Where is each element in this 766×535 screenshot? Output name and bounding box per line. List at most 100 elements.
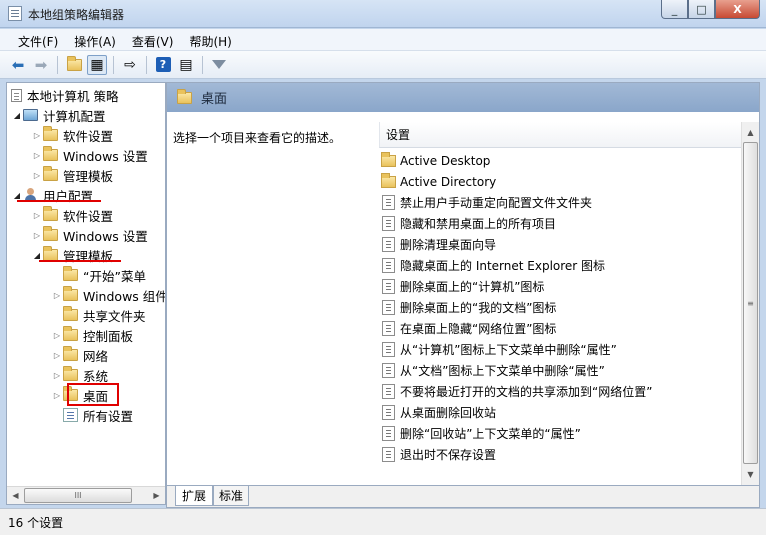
tree-user-windows[interactable]: ▷ Windows 设置 xyxy=(31,225,148,245)
list-item-label: 删除清理桌面向导 xyxy=(400,238,497,252)
back-arrow-icon[interactable]: ⬅ xyxy=(8,55,28,75)
collapsed-arrow-icon[interactable]: ▷ xyxy=(31,231,43,240)
scroll-left-icon[interactable]: ◀ xyxy=(7,487,24,504)
filter-icon[interactable] xyxy=(209,55,229,75)
tab-standard[interactable]: 标准 xyxy=(213,486,249,506)
collapsed-arrow-icon[interactable]: ▷ xyxy=(51,291,63,300)
folder-icon xyxy=(43,226,58,241)
list-item-label: Active Directory xyxy=(400,174,497,189)
scroll-thumb[interactable]: III xyxy=(24,488,132,503)
tab-extended[interactable]: 扩展 xyxy=(175,486,213,506)
tree-root[interactable]: 本地计算机 策略 xyxy=(11,85,118,105)
toolbar-separator xyxy=(113,55,114,74)
list-item-setting[interactable]: 隐藏和禁用桌面上的所有项目 xyxy=(379,213,556,234)
help-icon[interactable]: ? xyxy=(153,55,173,75)
export-list-icon[interactable]: ⇨ xyxy=(120,55,140,75)
show-hide-tree-icon[interactable]: ▦ xyxy=(87,54,107,75)
list-item-setting[interactable]: 删除桌面上的“计算机”图标 xyxy=(379,276,544,297)
window-title: 本地组策略编辑器 xyxy=(28,8,125,22)
collapsed-arrow-icon[interactable]: ▷ xyxy=(31,151,43,160)
tree-horizontal-scrollbar[interactable]: ◀ III ▶ xyxy=(7,486,165,504)
folder-icon xyxy=(63,266,78,281)
list-item-setting[interactable]: 不要将最近打开的文档的共享添加到“网络位置” xyxy=(379,381,652,402)
folder-icon xyxy=(43,166,58,181)
tree-system[interactable]: ▷ 系统 xyxy=(51,365,108,385)
tree-start-menu[interactable]: “开始”菜单 xyxy=(51,265,146,285)
list-item-setting[interactable]: 隐藏桌面上的 Internet Explorer 图标 xyxy=(379,255,605,276)
folder-icon xyxy=(63,366,78,381)
tree-shared-folders[interactable]: 共享文件夹 xyxy=(51,305,146,325)
list-item-setting[interactable]: 从“文档”图标上下文菜单中删除“属性” xyxy=(379,360,605,381)
scroll-down-icon[interactable]: ▼ xyxy=(742,466,759,483)
list-item-label: 删除桌面上的“计算机”图标 xyxy=(400,280,545,294)
settings-list: 设置 Active Desktop Active Directory 禁止用户手动重… xyxy=(379,122,759,485)
list-item-folder[interactable]: Active Desktop xyxy=(379,150,490,171)
tree-item-label: Windows 设置 xyxy=(63,228,148,244)
policy-setting-icon xyxy=(382,405,395,420)
computer-icon xyxy=(23,109,38,121)
menu-bar: 文件(F) 操作(A) 查看(V) 帮助(H) xyxy=(0,29,766,51)
scroll-up-icon[interactable]: ▲ xyxy=(742,124,759,141)
maximize-button[interactable]: □ xyxy=(688,0,715,19)
list-item-folder[interactable]: Active Directory xyxy=(379,171,496,192)
list-item-setting[interactable]: 禁止用户手动重定向配置文件文件夹 xyxy=(379,192,592,213)
list-item-label: 不要将最近打开的文档的共享添加到“网络位置” xyxy=(400,385,653,399)
column-header-setting[interactable]: 设置 xyxy=(379,122,741,148)
list-item-setting[interactable]: 删除“回收站”上下文菜单的“属性” xyxy=(379,423,581,444)
tree-user-admin-templates[interactable]: ◢ 管理模板 xyxy=(31,245,113,265)
tree-computer-software[interactable]: ▷ 软件设置 xyxy=(31,125,113,145)
tree-windows-components[interactable]: ▷ Windows 组件 xyxy=(51,285,165,305)
tree-computer-windows[interactable]: ▷ Windows 设置 xyxy=(31,145,148,165)
minimize-button[interactable]: _ xyxy=(661,0,688,19)
red-underline-admin-templates xyxy=(39,260,121,262)
tree-network[interactable]: ▷ 网络 xyxy=(51,345,108,365)
collapsed-arrow-icon[interactable]: ▷ xyxy=(31,171,43,180)
tree-control-panel[interactable]: ▷ 控制面板 xyxy=(51,325,133,345)
list-item-setting[interactable]: 退出时不保存设置 xyxy=(379,444,496,465)
view-tabs: 扩展 标准 xyxy=(166,486,760,508)
list-item-setting[interactable]: 从“计算机”图标上下文菜单中删除“属性” xyxy=(379,339,617,360)
scroll-thumb[interactable]: ≡ xyxy=(743,142,758,464)
collapsed-arrow-icon[interactable]: ▷ xyxy=(51,391,63,400)
policy-setting-icon xyxy=(382,447,395,462)
expanded-arrow-icon[interactable]: ◢ xyxy=(31,251,43,260)
list-item-setting[interactable]: 删除清理桌面向导 xyxy=(379,234,496,255)
tree-all-settings[interactable]: 所有设置 xyxy=(51,405,133,425)
tree-computer-admin[interactable]: ▷ 管理模板 xyxy=(31,165,113,185)
close-button[interactable]: X xyxy=(715,0,760,19)
up-folder-icon[interactable] xyxy=(64,55,84,75)
forward-arrow-icon[interactable]: ➡ xyxy=(31,55,51,75)
collapsed-arrow-icon[interactable]: ▷ xyxy=(31,211,43,220)
list-vertical-scrollbar[interactable]: ▲ ≡ ▼ xyxy=(741,122,759,485)
list-item-setting[interactable]: 在桌面上隐藏“网络位置”图标 xyxy=(379,318,556,339)
policy-setting-icon xyxy=(382,342,395,357)
menu-help[interactable]: 帮助(H) xyxy=(181,29,239,50)
status-bar: 16 个设置 xyxy=(0,508,766,535)
collapsed-arrow-icon[interactable]: ▷ xyxy=(51,371,63,380)
tree-computer-config[interactable]: ◢ 计算机配置 xyxy=(11,105,106,125)
tree-computer-config-label: 计算机配置 xyxy=(43,108,106,124)
expanded-arrow-icon[interactable]: ◢ xyxy=(11,191,23,200)
tree-user-software[interactable]: ▷ 软件设置 xyxy=(31,205,113,225)
collapsed-arrow-icon[interactable]: ▷ xyxy=(51,351,63,360)
tree-item-label: “开始”菜单 xyxy=(83,268,146,284)
menu-action[interactable]: 操作(A) xyxy=(66,29,124,50)
red-underline-user-config xyxy=(17,200,101,202)
collapsed-arrow-icon[interactable]: ▷ xyxy=(51,331,63,340)
collapsed-arrow-icon[interactable]: ▷ xyxy=(31,131,43,140)
list-item-setting[interactable]: 从桌面删除回收站 xyxy=(379,402,496,423)
expanded-arrow-icon[interactable]: ◢ xyxy=(11,111,23,120)
list-item-label: 退出时不保存设置 xyxy=(400,448,497,462)
toolbar: ⬅ ➡ ▦ ⇨ ? ▤ xyxy=(0,51,766,79)
folder-icon xyxy=(63,286,78,301)
policy-doc-icon xyxy=(11,88,22,102)
app-icon xyxy=(8,6,22,21)
list-item-setting[interactable]: 删除桌面上的“我的文档”图标 xyxy=(379,297,556,318)
policy-setting-icon xyxy=(382,426,395,441)
tree-item-label: 软件设置 xyxy=(63,208,114,224)
tree-user-config[interactable]: ◢ 用户配置 xyxy=(11,185,93,205)
menu-file[interactable]: 文件(F) xyxy=(10,29,66,50)
properties-icon[interactable]: ▤ xyxy=(176,55,196,75)
scroll-right-icon[interactable]: ▶ xyxy=(148,487,165,504)
menu-view[interactable]: 查看(V) xyxy=(124,29,182,50)
